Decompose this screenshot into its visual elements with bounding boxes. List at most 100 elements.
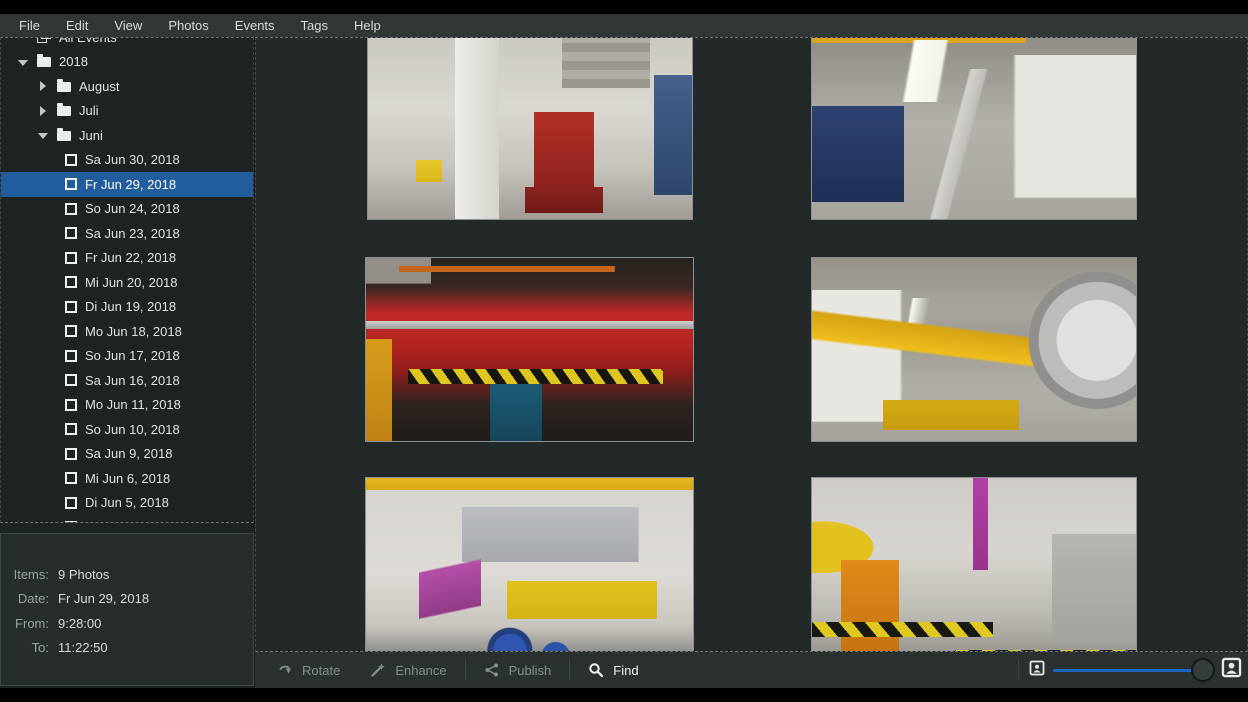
zoom-controls — [1008, 657, 1242, 683]
event-icon — [65, 423, 77, 435]
sidebar-item-jun-20[interactable]: Mi Jun 20, 2018 — [1, 270, 253, 295]
main-area: Rotate Enhance — [255, 37, 1248, 688]
find-button[interactable]: Find — [580, 658, 646, 682]
expander-right-icon[interactable] — [37, 106, 49, 116]
enhance-button[interactable]: Enhance — [362, 658, 454, 682]
event-tree-scroll: All Events 2018 August — [1, 37, 253, 523]
sidebar-item-jun-11[interactable]: Mo Jun 11, 2018 — [1, 393, 253, 418]
zoom-slider-knob[interactable] — [1191, 658, 1215, 682]
from-label: From: — [5, 616, 49, 631]
sidebar-item-juli[interactable]: Juli — [1, 99, 253, 124]
tree-label: Di Jun 19, 2018 — [85, 299, 176, 314]
tree-label: Sa Jun 23, 2018 — [85, 226, 180, 241]
find-label: Find — [613, 663, 638, 678]
menu-photos[interactable]: Photos — [157, 16, 219, 35]
photo-thumbnail[interactable] — [365, 257, 694, 442]
event-icon — [65, 203, 77, 215]
info-row-to: To: 11:22:50 — [5, 636, 253, 661]
menu-file[interactable]: File — [8, 16, 51, 35]
event-tree[interactable]: All Events 2018 August — [0, 37, 254, 523]
items-value: 9 Photos — [58, 567, 109, 582]
photo-thumbnail[interactable] — [365, 477, 694, 652]
tree-label: So Jun 24, 2018 — [85, 201, 180, 216]
zoom-slider[interactable] — [1053, 658, 1213, 682]
search-icon — [588, 662, 604, 678]
sidebar-item-jun-23[interactable]: Sa Jun 23, 2018 — [1, 221, 253, 246]
folder-icon — [57, 106, 71, 116]
event-icon — [65, 472, 77, 484]
photo-thumbnail[interactable] — [811, 37, 1137, 220]
event-icon — [65, 350, 77, 362]
info-row-date: Date: Fr Jun 29, 2018 — [5, 587, 253, 612]
menu-help[interactable]: Help — [343, 16, 392, 35]
tree-label: All Events — [59, 37, 117, 45]
event-icon — [65, 252, 77, 264]
menu-events[interactable]: Events — [224, 16, 286, 35]
menu-view[interactable]: View — [103, 16, 153, 35]
sidebar-item-all-events[interactable]: All Events — [1, 37, 253, 50]
app-window: File Edit View Photos Events Tags Help A… — [0, 14, 1248, 688]
event-icon — [65, 301, 77, 313]
photo-thumbnail[interactable] — [367, 37, 693, 220]
sidebar-item-jun-30[interactable]: Sa Jun 30, 2018 — [1, 148, 253, 173]
tree-label: Juli — [79, 103, 99, 118]
rotate-button[interactable]: Rotate — [269, 658, 348, 682]
tree-label: Mo Jun 4, 2018 — [85, 520, 175, 523]
tree-label: August — [79, 79, 119, 94]
photo-thumbnail[interactable] — [811, 477, 1137, 652]
expander-down-icon[interactable] — [37, 130, 49, 140]
sidebar-item-jun-4[interactable]: Mo Jun 4, 2018 — [1, 515, 253, 523]
photo-grid[interactable] — [255, 37, 1248, 652]
sidebar-item-jun-19[interactable]: Di Jun 19, 2018 — [1, 295, 253, 320]
to-value: 11:22:50 — [58, 640, 108, 655]
tree-label: Fr Jun 22, 2018 — [85, 250, 176, 265]
expander-down-icon[interactable] — [17, 57, 29, 67]
sidebar-item-jun-10[interactable]: So Jun 10, 2018 — [1, 417, 253, 442]
tree-label: Mi Jun 20, 2018 — [85, 275, 178, 290]
sidebar-item-jun-16[interactable]: Sa Jun 16, 2018 — [1, 368, 253, 393]
sidebar-item-juni[interactable]: Juni — [1, 123, 253, 148]
event-icon — [65, 374, 77, 386]
tree-label: Juni — [79, 128, 103, 143]
folder-icon — [57, 131, 71, 141]
event-icon — [65, 399, 77, 411]
tree-label: Mi Jun 6, 2018 — [85, 471, 170, 486]
expander-right-icon[interactable] — [37, 81, 49, 91]
sidebar-item-jun-17[interactable]: So Jun 17, 2018 — [1, 344, 253, 369]
sidebar-item-jun-24[interactable]: So Jun 24, 2018 — [1, 197, 253, 222]
publish-button[interactable]: Publish — [476, 658, 560, 682]
sidebar-item-jun-29-selected[interactable]: Fr Jun 29, 2018 — [1, 172, 253, 197]
expander-placeholder — [17, 37, 29, 42]
menu-tags[interactable]: Tags — [290, 16, 339, 35]
sidebar-item-jun-22[interactable]: Fr Jun 22, 2018 — [1, 246, 253, 271]
tree-label: Sa Jun 30, 2018 — [85, 152, 180, 167]
tree-label: Fr Jun 29, 2018 — [85, 177, 176, 192]
tree-label: Di Jun 5, 2018 — [85, 495, 169, 510]
sidebar: All Events 2018 August — [0, 37, 255, 688]
zoom-slider-fill — [1053, 669, 1203, 672]
date-value: Fr Jun 29, 2018 — [58, 591, 149, 606]
sidebar-item-jun-6[interactable]: Mi Jun 6, 2018 — [1, 466, 253, 491]
toolbar-separator — [465, 659, 466, 681]
info-row-items: Items: 9 Photos — [5, 562, 253, 587]
event-icon — [65, 497, 77, 509]
sidebar-item-jun-5[interactable]: Di Jun 5, 2018 — [1, 491, 253, 516]
tree-label: Sa Jun 9, 2018 — [85, 446, 172, 461]
sidebar-item-jun-9[interactable]: Sa Jun 9, 2018 — [1, 442, 253, 467]
tree-label: Mo Jun 18, 2018 — [85, 324, 182, 339]
sidebar-gap — [0, 523, 254, 533]
sidebar-item-august[interactable]: August — [1, 74, 253, 99]
zoom-in-photo-icon[interactable] — [1221, 657, 1242, 683]
photo-thumbnail[interactable] — [811, 257, 1137, 442]
sidebar-item-jun-18[interactable]: Mo Jun 18, 2018 — [1, 319, 253, 344]
tree-label: Mo Jun 11, 2018 — [85, 397, 181, 412]
toolbar: Rotate Enhance — [255, 652, 1248, 688]
rotate-icon — [277, 662, 293, 678]
sidebar-item-2018[interactable]: 2018 — [1, 50, 253, 75]
zoom-out-photo-icon[interactable] — [1029, 660, 1045, 681]
menu-bar: File Edit View Photos Events Tags Help — [0, 14, 1248, 37]
enhance-wand-icon — [370, 662, 386, 678]
info-panel: Items: 9 Photos Date: Fr Jun 29, 2018 Fr… — [0, 533, 254, 686]
tree-label: Sa Jun 16, 2018 — [85, 373, 180, 388]
menu-edit[interactable]: Edit — [55, 16, 99, 35]
